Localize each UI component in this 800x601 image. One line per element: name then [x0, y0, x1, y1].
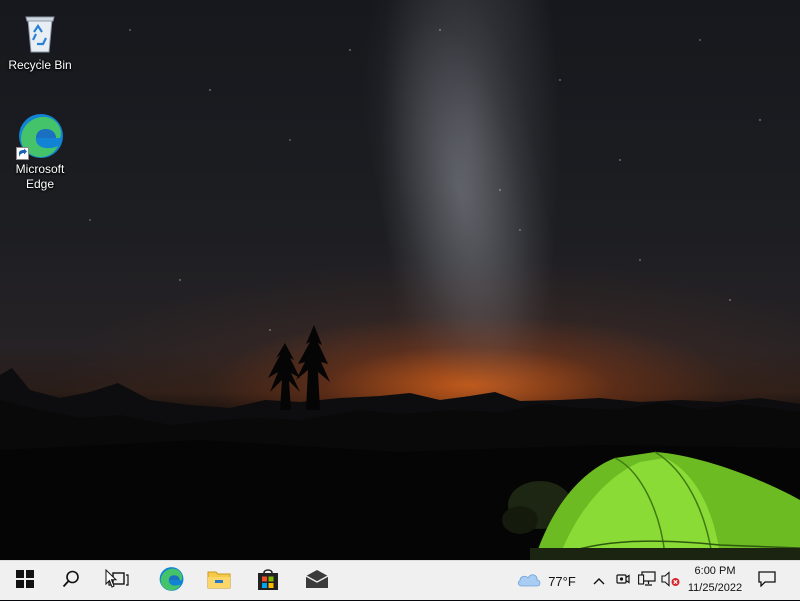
network-button[interactable]: [636, 561, 658, 601]
search-button[interactable]: [48, 561, 94, 601]
cloud-icon: [516, 571, 542, 592]
notification-icon: [758, 570, 776, 592]
edge-label-line2: Edge: [25, 177, 55, 191]
folder-icon: [207, 569, 231, 594]
taskbar-edge-button[interactable]: [148, 561, 194, 601]
task-view-button[interactable]: [94, 561, 140, 601]
volume-button[interactable]: [660, 561, 682, 601]
search-icon: [62, 570, 80, 593]
windows-logo-icon: [16, 569, 34, 593]
shortcut-arrow-icon: [16, 147, 29, 160]
meet-now-button[interactable]: [612, 561, 632, 601]
clock-date: 11/25/2022: [687, 582, 743, 594]
show-hidden-icons-button[interactable]: [590, 561, 608, 601]
desktop-wallpaper: [0, 0, 800, 560]
microsoft-store-button[interactable]: [245, 561, 291, 601]
weather-temperature: 77°F: [548, 573, 576, 589]
weather-widget[interactable]: 77°F: [512, 561, 580, 601]
landscape-silhouette: [0, 325, 800, 560]
edge-icon: [16, 112, 64, 160]
recycle-bin-desktop-icon[interactable]: Recycle Bin: [2, 8, 78, 73]
taskbar-clock[interactable]: 6:00 PM 11/25/2022: [680, 563, 750, 599]
volume-muted-icon: [661, 570, 681, 592]
file-explorer-button[interactable]: [196, 561, 242, 601]
recycle-bin-label: Recycle Bin: [8, 58, 72, 72]
mail-icon: [304, 569, 330, 594]
microsoft-edge-desktop-icon[interactable]: Microsoft Edge: [2, 112, 78, 192]
action-center-button[interactable]: [752, 561, 782, 601]
chevron-up-icon: [593, 572, 605, 590]
mail-button[interactable]: [294, 561, 340, 601]
clock-time: 6:00 PM: [694, 565, 736, 577]
network-icon: [638, 570, 656, 592]
taskbar: 77°F 6:00 PM 11/25/2022: [0, 560, 800, 600]
edge-icon: [158, 566, 184, 597]
recycle-bin-icon: [16, 8, 64, 56]
edge-label-line1: Microsoft: [15, 162, 65, 176]
task-view-icon: [104, 568, 130, 594]
start-button[interactable]: [2, 561, 48, 601]
meet-now-icon: [614, 571, 630, 592]
store-bag-icon: [256, 567, 280, 596]
